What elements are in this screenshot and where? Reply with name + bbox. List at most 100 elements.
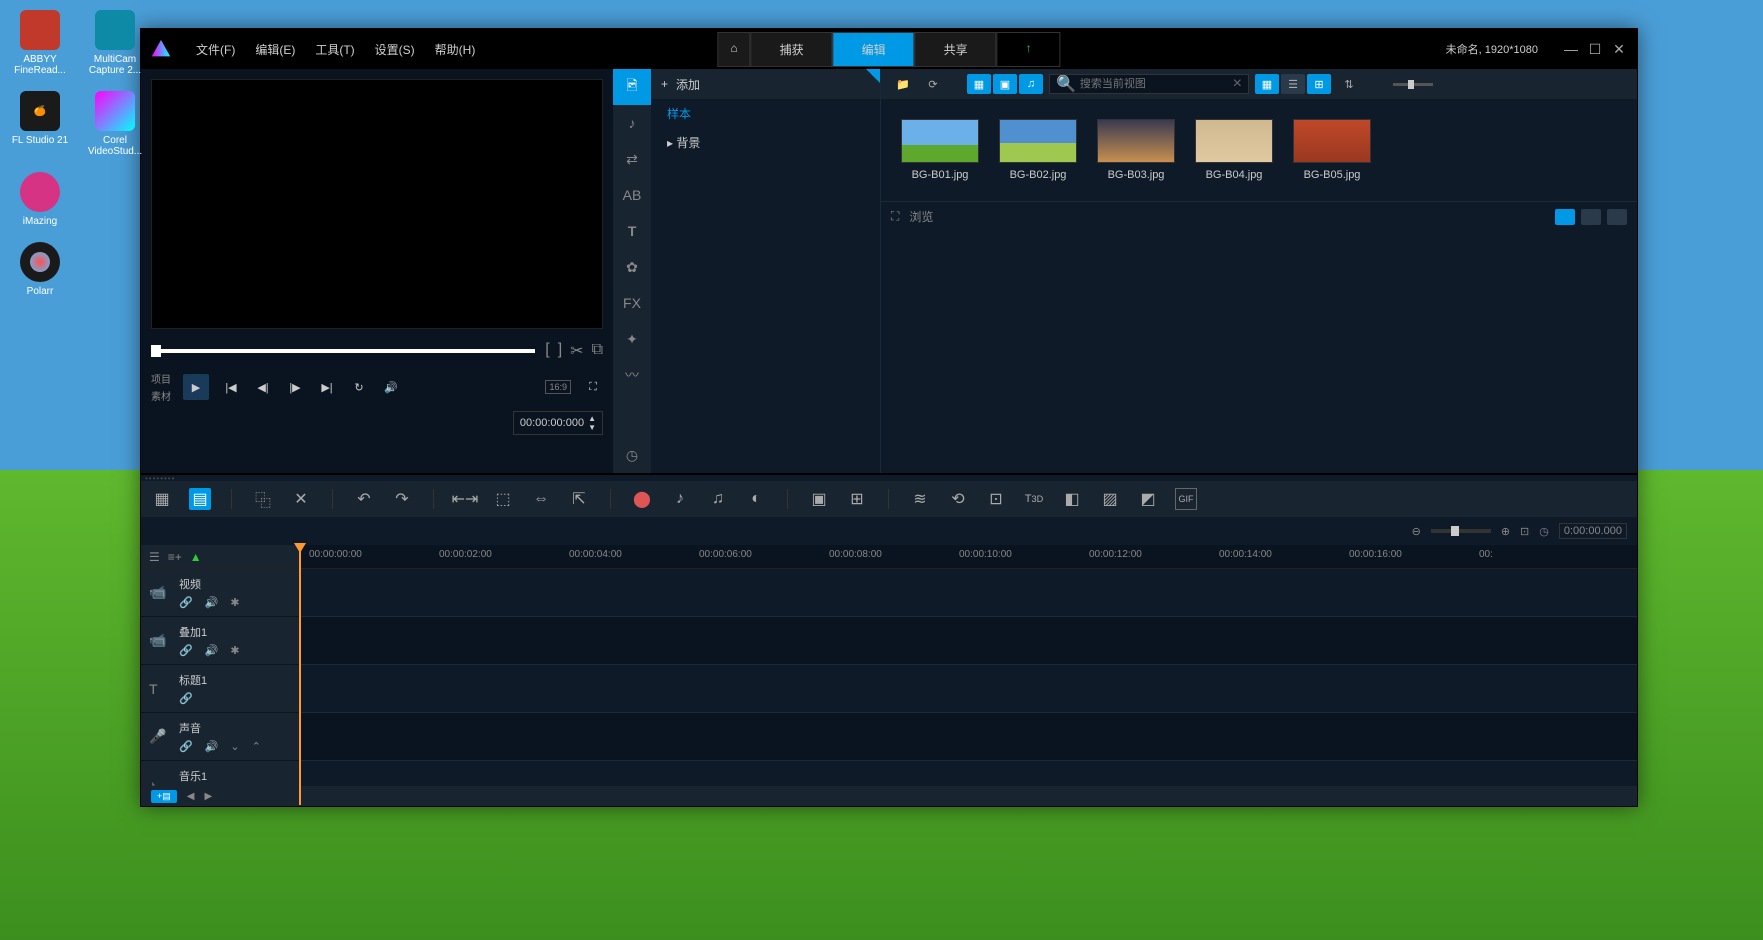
split-icon[interactable]: ✂ [570,341,583,361]
lib-tab-transition[interactable]: ⇄ [613,141,651,177]
mute-icon[interactable]: 🔊 [205,644,219,657]
tab-edit[interactable]: 编辑 [833,32,915,67]
scrub-slider[interactable] [151,349,535,353]
thumb-item[interactable]: BG-B03.jpg [1097,119,1175,181]
go-end-button[interactable]: ▶| [317,377,337,397]
track-lane[interactable] [299,665,1637,713]
volume-button[interactable]: 🔊 [381,377,401,397]
desktop-icon-flstudio[interactable]: 🍊FL Studio 21 [10,91,70,157]
playhead[interactable] [299,545,301,805]
reverse-button[interactable]: ⟲ [947,488,969,510]
speed-button[interactable]: ≋ [909,488,931,510]
menu-edit[interactable]: 编辑(E) [255,41,295,58]
track-header-music[interactable]: ♪ 音乐1🔗🔊⌄⌃ [141,761,299,786]
fit-button[interactable]: ⇤⇥ [454,488,476,510]
track-menu-button[interactable]: ☰ [149,550,160,564]
track-lane[interactable] [299,761,1637,786]
audio-mixer-button[interactable]: ♪ [669,488,691,510]
filter-audio-button[interactable]: ♫ [1019,74,1043,94]
timeline-view-button[interactable]: ▤ [189,488,211,510]
expand-icon[interactable]: ⌄ [230,740,239,753]
lib-tab-text[interactable]: T [613,213,651,249]
record-button[interactable]: ⬤ [631,488,653,510]
footer-btn-1[interactable] [1555,209,1575,225]
view-grid-button[interactable]: ⊞ [1307,74,1331,94]
view-thumb-button[interactable]: ▦ [1255,74,1279,94]
thumb-item[interactable]: BG-B01.jpg [901,119,979,181]
scroll-right-button[interactable]: ▶ [204,791,212,802]
track-lane[interactable] [299,569,1637,617]
step-back-button[interactable]: ◀| [253,377,273,397]
menu-help[interactable]: 帮助(H) [435,41,476,58]
export-clip-button[interactable]: ⇱ [568,488,590,510]
desktop-icon-imazing[interactable]: iMazing [10,172,70,227]
footer-btn-3[interactable] [1607,209,1627,225]
lib-tab-overlay[interactable]: ✿ [613,249,651,285]
thumb-item[interactable]: BG-B04.jpg [1195,119,1273,181]
split-h-button[interactable]: ⇔ [530,488,552,510]
paint-button[interactable]: ▨ [1099,488,1121,510]
browse-label[interactable]: 浏览 [909,208,933,225]
gif-button[interactable]: GIF [1175,488,1197,510]
color-button[interactable]: ◩ [1137,488,1159,510]
refresh-icon[interactable]: ⟳ [921,74,945,94]
zoom-out-button[interactable]: ⊖ [1412,525,1421,538]
undo-button[interactable]: ↶ [353,488,375,510]
link-icon[interactable]: 🔗 [179,644,193,657]
mute-icon[interactable]: 🔊 [205,740,219,753]
3d-title-button[interactable]: T3D [1023,488,1045,510]
lib-tab-clock[interactable]: ◷ [613,437,651,473]
crop-button[interactable]: ⬚ [492,488,514,510]
loop-button[interactable]: ↻ [349,377,369,397]
mask-button[interactable]: ◧ [1061,488,1083,510]
overlay-mgr-button[interactable]: ◐ [745,488,767,510]
lib-tab-path[interactable]: 〰 [613,357,651,393]
lib-tab-title[interactable]: AB [613,177,651,213]
timecode-display[interactable]: 00:00:00:000▲▼ [513,411,603,435]
menu-tools[interactable]: 工具(T) [315,41,354,58]
footer-btn-2[interactable] [1581,209,1601,225]
track-header-overlay[interactable]: 📹 叠加1🔗🔊✱ [141,617,299,665]
thumb-item[interactable]: BG-B02.jpg [999,119,1077,181]
tree-item-sample[interactable]: 样本 [651,99,880,128]
chapter-button[interactable]: ▣ [808,488,830,510]
label-project[interactable]: 项目 [151,371,171,386]
link-icon[interactable]: 🔗 [179,596,193,609]
thumb-size-slider[interactable] [1393,83,1433,86]
mark-out-icon[interactable]: ] [558,341,562,361]
track-header-video[interactable]: 📹 视频🔗🔊✱ [141,569,299,617]
tab-home[interactable]: ⌂ [717,32,750,67]
tracks-content[interactable] [299,569,1637,786]
play-button[interactable]: ▶ [183,374,209,400]
collapse-icon[interactable]: ⌃ [252,740,261,753]
multi-trim-button[interactable]: ⊞ [846,488,868,510]
filter-all-button[interactable]: ▦ [967,74,991,94]
filter-photo-button[interactable]: ▣ [993,74,1017,94]
track-lane[interactable] [299,617,1637,665]
snapshot-icon[interactable]: ⧉ [592,341,603,361]
scroll-left-button[interactable]: ◀ [187,791,195,802]
step-fwd-button[interactable]: |▶ [285,377,305,397]
go-start-button[interactable]: |◀ [221,377,241,397]
lib-tab-media[interactable]: 🖻 [613,69,651,105]
mute-icon[interactable]: 🔊 [205,596,219,609]
view-list-button[interactable]: ☰ [1281,74,1305,94]
lock-icon[interactable]: ✱ [230,644,239,657]
fit-project-button[interactable]: ⊡ [1520,525,1529,538]
desktop-icon-corel[interactable]: Corel VideoStud... [85,91,145,157]
search-input[interactable] [1080,78,1229,90]
thumb-item[interactable]: BG-B05.jpg [1293,119,1371,181]
plus-icon[interactable]: + [661,77,668,91]
add-track-menu-button[interactable]: ≡+ [168,550,182,564]
label-source[interactable]: 素材 [151,388,171,403]
preview-video[interactable] [151,79,603,329]
fullscreen-button[interactable]: ⛶ [583,377,603,397]
desktop-icon-abbyy[interactable]: ABBYY FineRead... [10,10,70,76]
zoom-slider[interactable] [1431,529,1491,533]
track-lane[interactable] [299,713,1637,761]
storyboard-view-button[interactable]: ▦ [151,488,173,510]
mark-in-icon[interactable]: [ [545,341,549,361]
pan-zoom-button[interactable]: ⊡ [985,488,1007,510]
marker-toggle-button[interactable]: ▲ [190,550,202,564]
add-track-button[interactable]: +▤ [151,790,177,803]
